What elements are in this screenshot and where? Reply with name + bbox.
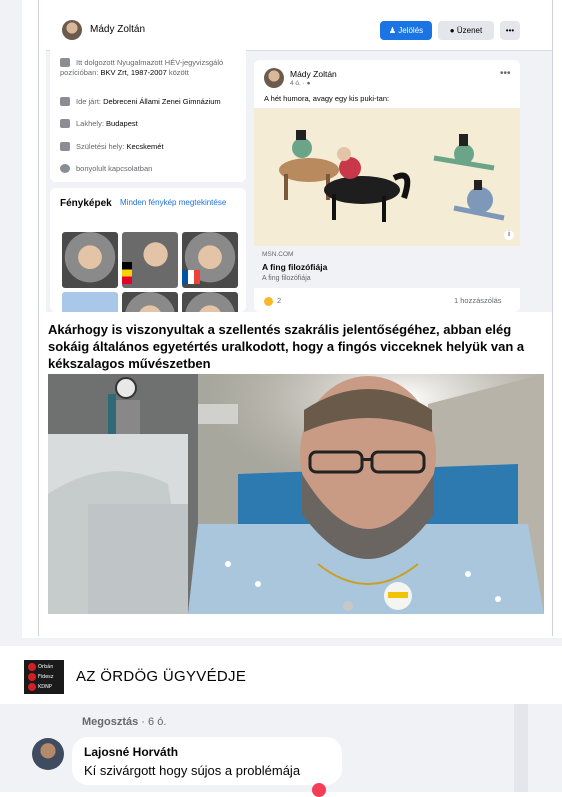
left-border	[38, 0, 39, 636]
post-time[interactable]: 4 ó. · ●	[290, 80, 311, 87]
haha-reaction-icon	[264, 296, 273, 306]
left-gutter	[0, 0, 22, 638]
share-time[interactable]: · 6 ó.	[138, 716, 166, 728]
work-suffix: között	[168, 68, 189, 77]
logo-dot	[28, 673, 36, 681]
follow-label: Jelölés	[398, 26, 424, 35]
scroll-painting-illustration	[254, 108, 520, 246]
comment-author[interactable]: Lajosné Horváth	[84, 745, 178, 759]
avatar[interactable]	[62, 20, 82, 40]
photo-thumb[interactable]	[62, 232, 118, 288]
link-subtitle: A fing filozófiája	[262, 275, 311, 282]
post-text: A hét humora, avagy egy kis puki-tan:	[264, 94, 390, 103]
birth-city[interactable]: Kecskemét	[126, 142, 163, 151]
flag-icon	[122, 262, 132, 284]
school-icon	[60, 97, 70, 106]
message-label: Üzenet	[456, 26, 483, 35]
intro-work: Itt dolgozott Nyugalmazott HÉV-jegyvizsg…	[60, 58, 236, 78]
lives-city[interactable]: Budapest	[106, 119, 138, 128]
avatar[interactable]	[264, 68, 284, 88]
logo-line: Fidesz	[38, 674, 54, 680]
hospital-selfie-photo[interactable]	[48, 374, 544, 614]
post-options-button[interactable]: •••	[500, 68, 511, 79]
photo-thumb[interactable]	[122, 232, 178, 288]
avatar[interactable]	[32, 738, 64, 770]
info-icon[interactable]: i	[504, 230, 514, 240]
follow-button[interactable]: ♟ Jelölés	[380, 21, 432, 40]
relationship-status: bonyolult kapcsolatban	[76, 164, 153, 173]
link-title: A fing filozófiája	[262, 262, 328, 272]
intro-birthplace: Születési hely: Kecskemét	[60, 142, 236, 152]
logo-dot	[28, 663, 36, 671]
hospital-selfie-illustration	[48, 374, 544, 614]
share-link[interactable]: Megosztás	[82, 716, 138, 728]
school-prefix: Ide járt:	[76, 97, 104, 106]
photo-thumb[interactable]	[182, 232, 238, 288]
reaction-summary[interactable]: 2	[264, 296, 281, 306]
comment-count[interactable]: 1 hozzászólás	[454, 296, 502, 305]
link-preview-caption[interactable]: MSN.COM A fing filozófiája A fing filozó…	[254, 246, 520, 288]
scrollbar[interactable]	[514, 704, 528, 792]
work-place[interactable]: BKV Zrt, 1987-2007	[100, 68, 166, 77]
message-button[interactable]: ● Üzenet	[438, 21, 494, 40]
comment-text: Kí szivárgott hogy sújos a problémája	[84, 763, 301, 778]
share-row: Megosztás · 6 ó.	[82, 716, 166, 728]
school-name[interactable]: Debreceni Állami Zenei Gimnázium	[103, 97, 221, 106]
right-border	[552, 0, 553, 636]
photo-thumb[interactable]	[122, 292, 178, 312]
page-header: Orbán Fidesz KDNP AZ ÖRDÖG ÜGYVÉDJE	[0, 646, 562, 704]
messenger-icon: ●	[449, 26, 457, 35]
heart-icon	[60, 164, 70, 173]
post-time-label: 4 ó. ·	[290, 80, 307, 87]
home-icon	[60, 119, 70, 128]
post-author[interactable]: Mády Zoltán	[290, 69, 337, 79]
see-all-photos-link[interactable]: Minden fénykép megtekintése	[120, 198, 226, 207]
add-friend-icon: ♟	[388, 26, 399, 35]
embedded-screenshot: Mády Zoltán ♟ Jelölés ● Üzenet ••• Itt d…	[46, 10, 552, 312]
intro-school: Ide járt: Debreceni Állami Zenei Gimnázi…	[60, 97, 236, 107]
photo-thumb[interactable]	[182, 292, 238, 312]
birth-prefix: Születési hely:	[76, 142, 127, 151]
link-source: MSN.COM	[262, 251, 294, 258]
page-logo[interactable]: Orbán Fidesz KDNP	[24, 660, 64, 694]
link-preview-image[interactable]: i	[254, 108, 520, 246]
globe-icon: ●	[306, 80, 311, 87]
intro-lives: Lakhely: Budapest	[60, 119, 236, 129]
photos-card: Fényképek Minden fénykép megtekintése	[50, 188, 246, 312]
post-headline: Akárhogy is viszonyultak a szellentés sz…	[48, 322, 525, 371]
location-icon	[60, 142, 70, 151]
post-card: Mády Zoltán 4 ó. · ● ••• A hét humora, a…	[254, 60, 520, 312]
profile-name[interactable]: Mády Zoltán	[90, 24, 145, 35]
intro-card: Itt dolgozott Nyugalmazott HÉV-jegyvizsg…	[50, 40, 246, 182]
intro-relationship: bonyolult kapcsolatban	[60, 164, 236, 174]
logo-line: Orbán	[38, 664, 54, 670]
briefcase-icon	[60, 58, 70, 67]
comment-bubble: Lajosné Horváth Kí szivárgott hogy sújos…	[72, 737, 342, 785]
photos-title[interactable]: Fényképek	[60, 198, 112, 210]
more-button[interactable]: •••	[500, 21, 520, 40]
reaction-count: 2	[277, 296, 282, 305]
flag-icon	[182, 270, 200, 284]
photo-thumb[interactable]	[62, 292, 118, 312]
logo-line: KDNP	[38, 684, 52, 690]
logo-dot	[28, 683, 36, 691]
page-name[interactable]: AZ ÖRDÖG ÜGYVÉDJE	[76, 668, 246, 685]
lives-prefix: Lakhely:	[76, 119, 107, 128]
reaction-icon[interactable]	[312, 783, 326, 797]
